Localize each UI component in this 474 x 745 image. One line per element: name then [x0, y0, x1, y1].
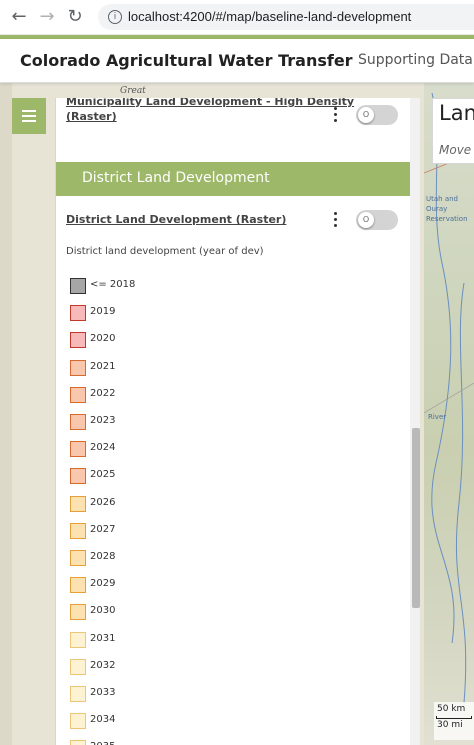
legend-swatch [70, 550, 86, 566]
legend-swatch [70, 713, 86, 730]
legend-swatch [70, 631, 86, 648]
url-text[interactable]: localhost:4200/#/map/baseline-land-devel… [128, 9, 411, 24]
legend-label: 2035 [90, 741, 115, 745]
toggle-knob: O [358, 107, 374, 123]
scale-bar [436, 716, 472, 719]
layer-title-district[interactable]: District Land Development (Raster) [66, 212, 286, 227]
legend-label: 2023 [90, 415, 116, 426]
legend-label: 2033 [90, 687, 116, 698]
arrow-left-icon[interactable]: ← [8, 6, 30, 28]
legend-swatch [70, 332, 86, 349]
legend-label: <= 2018 [90, 279, 136, 290]
legend-label: 2029 [90, 578, 116, 590]
arrow-right-icon[interactable]: → [36, 6, 58, 28]
legend-swatch [70, 686, 86, 702]
legend-swatch [70, 522, 86, 539]
layer-title-line[interactable]: Municipality Land Development - High Den… [66, 98, 354, 109]
layer-panel: Municipality Land Development - High Den… [55, 98, 420, 745]
panel-scrollbar-track[interactable] [410, 98, 420, 745]
map-terrain: Utah and Ouray Reservation River [424, 83, 474, 745]
legend-swatch [70, 468, 86, 485]
legend-label: 2025 [90, 469, 116, 481]
legend-label: 2034 [90, 714, 116, 726]
legend-label: 2032 [90, 659, 116, 671]
kebab-icon[interactable] [332, 211, 338, 229]
legend-label: 2031 [90, 632, 116, 644]
browser-toolbar: ← → ↻ i localhost:4200/#/map/baseline-la… [0, 0, 474, 35]
legend-swatch [70, 740, 86, 745]
map-place-label: Great [120, 86, 146, 96]
right-card-title: Lan [439, 101, 474, 125]
legend-label: 2028 [90, 551, 116, 562]
hamburger-icon [22, 120, 36, 122]
legend-label: 2026 [90, 496, 116, 508]
toggle-knob: O [358, 212, 374, 228]
legend-swatch [70, 577, 86, 594]
map-label: Utah and [426, 195, 458, 203]
kebab-icon[interactable] [332, 106, 338, 124]
hamburger-icon [22, 110, 36, 112]
map-label: Ouray [426, 205, 448, 213]
legend-label: 2022 [90, 387, 116, 399]
scale-mi: 30 mi [437, 720, 463, 730]
map-label: Reservation [426, 215, 468, 223]
layer-toggle-district[interactable]: O [356, 210, 398, 230]
legend-swatch [70, 604, 86, 621]
legend-swatch [70, 305, 86, 322]
legend-label: 2024 [90, 442, 116, 454]
info-icon[interactable]: i [108, 10, 122, 24]
legend-label: 2027 [90, 523, 116, 535]
legend-swatch [70, 441, 86, 458]
legend-swatch [70, 495, 86, 512]
layer-title-line[interactable]: (Raster) [66, 109, 354, 124]
hamburger-icon [22, 115, 36, 117]
legend-swatch [70, 658, 86, 675]
map-scale: 50 km 30 mi [434, 702, 474, 740]
map-label: River [428, 413, 447, 421]
layer-toggle-municipality[interactable]: O [356, 105, 398, 125]
scale-km: 50 km [437, 704, 466, 714]
right-info-card: Lan Move [432, 98, 474, 164]
layer-title-municipality[interactable]: Municipality Land Development - High Den… [66, 98, 354, 124]
section-header[interactable]: District Land Development [56, 162, 410, 196]
legend-label: 2020 [90, 333, 116, 345]
panel-scrollbar-thumb[interactable] [412, 428, 420, 608]
legend-swatch [70, 359, 86, 376]
legend-swatch [70, 386, 86, 403]
menu-button[interactable] [12, 98, 46, 134]
legend-subtitle: District land development (year of dev) [66, 246, 264, 257]
map-left-edge [0, 83, 12, 745]
legend-label: 2019 [90, 306, 116, 318]
legend-label: 2030 [90, 605, 116, 617]
app-header: Colorado Agricultural Water Transfer Sup… [0, 39, 474, 83]
nav-supporting-data[interactable]: Supporting Data [358, 52, 473, 68]
address-bar[interactable]: i localhost:4200/#/map/baseline-land-dev… [98, 4, 474, 30]
legend-swatch [70, 414, 86, 430]
right-card-subtitle: Move [439, 143, 472, 157]
section-title: District Land Development [82, 170, 270, 186]
legend-label: 2021 [90, 360, 116, 372]
legend-swatch [70, 278, 86, 294]
reload-icon[interactable]: ↻ [64, 6, 86, 28]
app-title: Colorado Agricultural Water Transfer [20, 51, 353, 70]
